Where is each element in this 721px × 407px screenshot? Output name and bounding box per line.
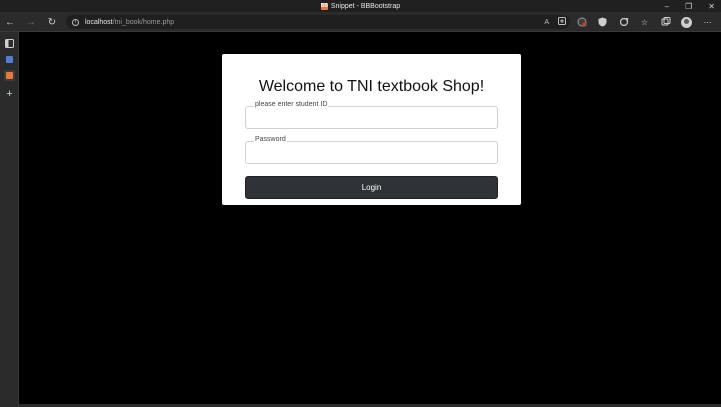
- bbbootstrap-icon: [6, 72, 13, 79]
- favorites-icon[interactable]: ☆: [639, 17, 650, 28]
- address-bar[interactable]: i localhost /tni_book/home.php A: [66, 15, 570, 29]
- sync-icon[interactable]: [618, 17, 629, 28]
- url-host: localhost: [85, 18, 113, 26]
- profile-avatar[interactable]: [681, 16, 692, 28]
- info-icon[interactable]: i: [72, 18, 79, 26]
- browser-toolbar: ← → ↻ i localhost /tni_book/home.php A ☆: [0, 12, 721, 32]
- sidebar-tab-bbbootstrap[interactable]: [4, 70, 15, 81]
- back-arrow-icon: ←: [5, 16, 15, 28]
- shield-icon[interactable]: [597, 17, 608, 28]
- notes-icon: [6, 56, 13, 63]
- new-tab-button[interactable]: +: [4, 87, 15, 100]
- login-card: Welcome to TNI textbook Shop! please ent…: [222, 54, 521, 205]
- login-button[interactable]: Login: [245, 176, 498, 199]
- password-input[interactable]: [246, 142, 497, 163]
- bbbootstrap-favicon-icon: BB: [320, 2, 328, 10]
- window-titlebar: BB Snippet - BBBootstrap – ❐ ✕: [0, 0, 721, 12]
- refresh-icon: ↻: [47, 16, 57, 28]
- read-aloud-icon[interactable]: A: [544, 19, 549, 26]
- student-id-field[interactable]: please enter student ID: [245, 101, 498, 129]
- extension-record-icon[interactable]: [576, 17, 587, 28]
- tab-actions-button[interactable]: [4, 38, 15, 49]
- forward-button[interactable]: →: [24, 15, 38, 29]
- restore-button[interactable]: ❐: [685, 2, 692, 11]
- student-id-input[interactable]: [246, 107, 497, 128]
- refresh-button[interactable]: ↻: [45, 15, 59, 29]
- add-icon: +: [6, 87, 13, 100]
- close-button[interactable]: ✕: [708, 2, 715, 11]
- page-title: Welcome to TNI textbook Shop!: [258, 78, 485, 95]
- app-available-icon[interactable]: [558, 17, 566, 27]
- page-content: Welcome to TNI textbook Shop! please ent…: [19, 32, 721, 407]
- sidebar-tab-notes[interactable]: [4, 54, 15, 65]
- url-path: /tni_book/home.php: [112, 18, 175, 26]
- password-field[interactable]: Password: [245, 136, 498, 164]
- collections-icon[interactable]: [660, 17, 671, 28]
- tabs-icon: [5, 39, 14, 48]
- minimize-button[interactable]: –: [665, 2, 669, 11]
- vertical-tabs-sidebar: +: [0, 32, 19, 407]
- settings-menu-icon[interactable]: ⋯: [702, 17, 713, 28]
- window-title: Snippet - BBBootstrap: [330, 2, 401, 10]
- back-button[interactable]: ←: [3, 15, 17, 29]
- forward-arrow-icon: →: [26, 16, 36, 28]
